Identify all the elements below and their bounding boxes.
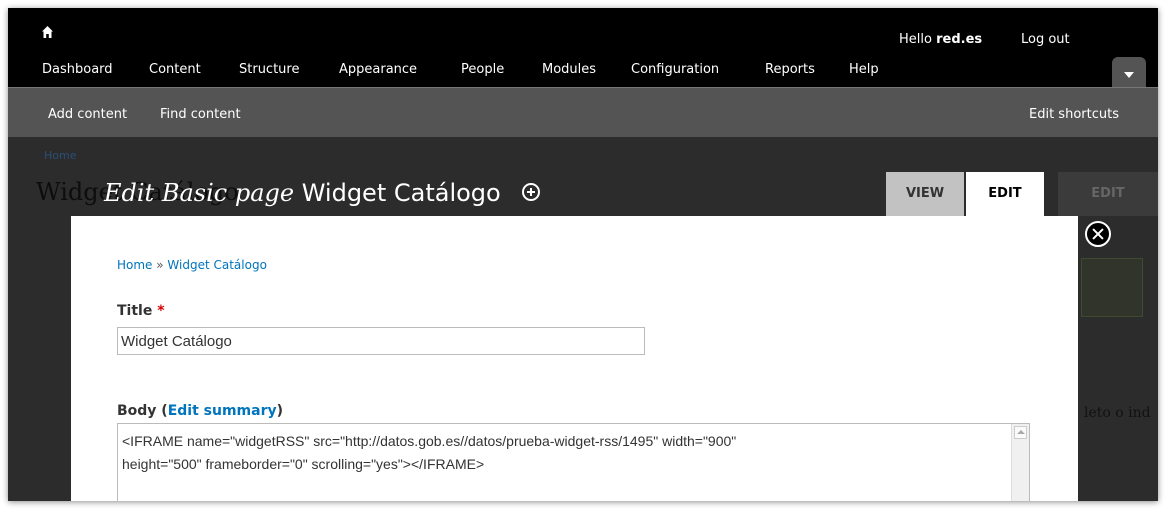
title-input[interactable]: [117, 327, 645, 355]
title-label-text: Title: [117, 303, 153, 319]
logout-link[interactable]: Log out: [1021, 32, 1070, 47]
greeting-text: Hello: [899, 32, 937, 47]
body-field-label: Body (Edit summary): [117, 403, 283, 419]
overlay-title: Edit Basic page Widget Catálogo: [104, 179, 541, 207]
body-label-text: Body: [117, 403, 157, 419]
body-text-line: <IFRAME name="widgetRSS" src="http://dat…: [122, 433, 737, 449]
body-text-line: height="500" frameborder="0" scrolling="…: [122, 456, 485, 472]
body-textarea[interactable]: <IFRAME name="widgetRSS" src="http://dat…: [117, 423, 1030, 501]
title-field-label: Title *: [117, 303, 165, 319]
breadcrumb-current-link[interactable]: Widget Catálogo: [167, 258, 267, 272]
background-text: leto o ind: [1084, 405, 1151, 421]
overlay-title-name: Widget Catálogo: [301, 179, 501, 207]
admin-toolbar: Dashboard Content Structure Appearance P…: [8, 8, 1158, 87]
edit-summary-link[interactable]: Edit summary: [168, 403, 277, 419]
home-icon[interactable]: [42, 26, 53, 38]
browser-viewport: Dashboard Content Structure Appearance P…: [8, 8, 1158, 501]
overlay-title-prefix: Edit Basic page: [104, 179, 295, 207]
background-tab-edit: EDIT: [1058, 172, 1158, 216]
add-content-link[interactable]: Add content: [48, 107, 127, 122]
breadcrumb-home-link[interactable]: Home: [117, 258, 152, 272]
menu-item-help[interactable]: Help: [849, 62, 879, 77]
body-label-close-paren: ): [276, 403, 284, 419]
user-name-link[interactable]: red.es: [936, 32, 982, 47]
menu-item-dashboard[interactable]: Dashboard: [42, 62, 113, 77]
user-greeting: Hello red.es: [899, 32, 982, 47]
background-message-box: [1081, 258, 1143, 317]
required-marker: *: [157, 303, 165, 319]
edit-shortcuts-link[interactable]: Edit shortcuts: [1029, 107, 1119, 122]
menu-item-reports[interactable]: Reports: [765, 62, 815, 77]
edit-overlay-dialog: Home » Widget Catálogo Title * Body (Edi…: [71, 216, 1078, 501]
shortcuts-bar: Add content Find content Edit shortcuts: [8, 87, 1158, 138]
add-shortcut-icon[interactable]: [522, 183, 541, 201]
breadcrumb: Home » Widget Catálogo: [117, 258, 267, 272]
textarea-scrollbar[interactable]: [1011, 424, 1029, 501]
menu-item-people[interactable]: People: [461, 62, 504, 77]
tab-view[interactable]: VIEW: [886, 172, 964, 216]
menu-item-configuration[interactable]: Configuration: [631, 62, 719, 77]
shortcuts-toggle-button[interactable]: [1112, 57, 1146, 87]
menu-item-structure[interactable]: Structure: [239, 62, 299, 77]
scroll-up-arrow-icon[interactable]: [1014, 426, 1027, 439]
breadcrumb-separator: »: [152, 258, 168, 272]
find-content-link[interactable]: Find content: [160, 107, 241, 122]
menu-item-appearance[interactable]: Appearance: [339, 62, 417, 77]
menu-item-modules[interactable]: Modules: [542, 62, 596, 77]
close-overlay-button[interactable]: [1085, 221, 1111, 247]
body-label-open-paren: (: [156, 403, 168, 419]
background-breadcrumb[interactable]: Home: [44, 149, 76, 162]
menu-item-content[interactable]: Content: [149, 62, 201, 77]
